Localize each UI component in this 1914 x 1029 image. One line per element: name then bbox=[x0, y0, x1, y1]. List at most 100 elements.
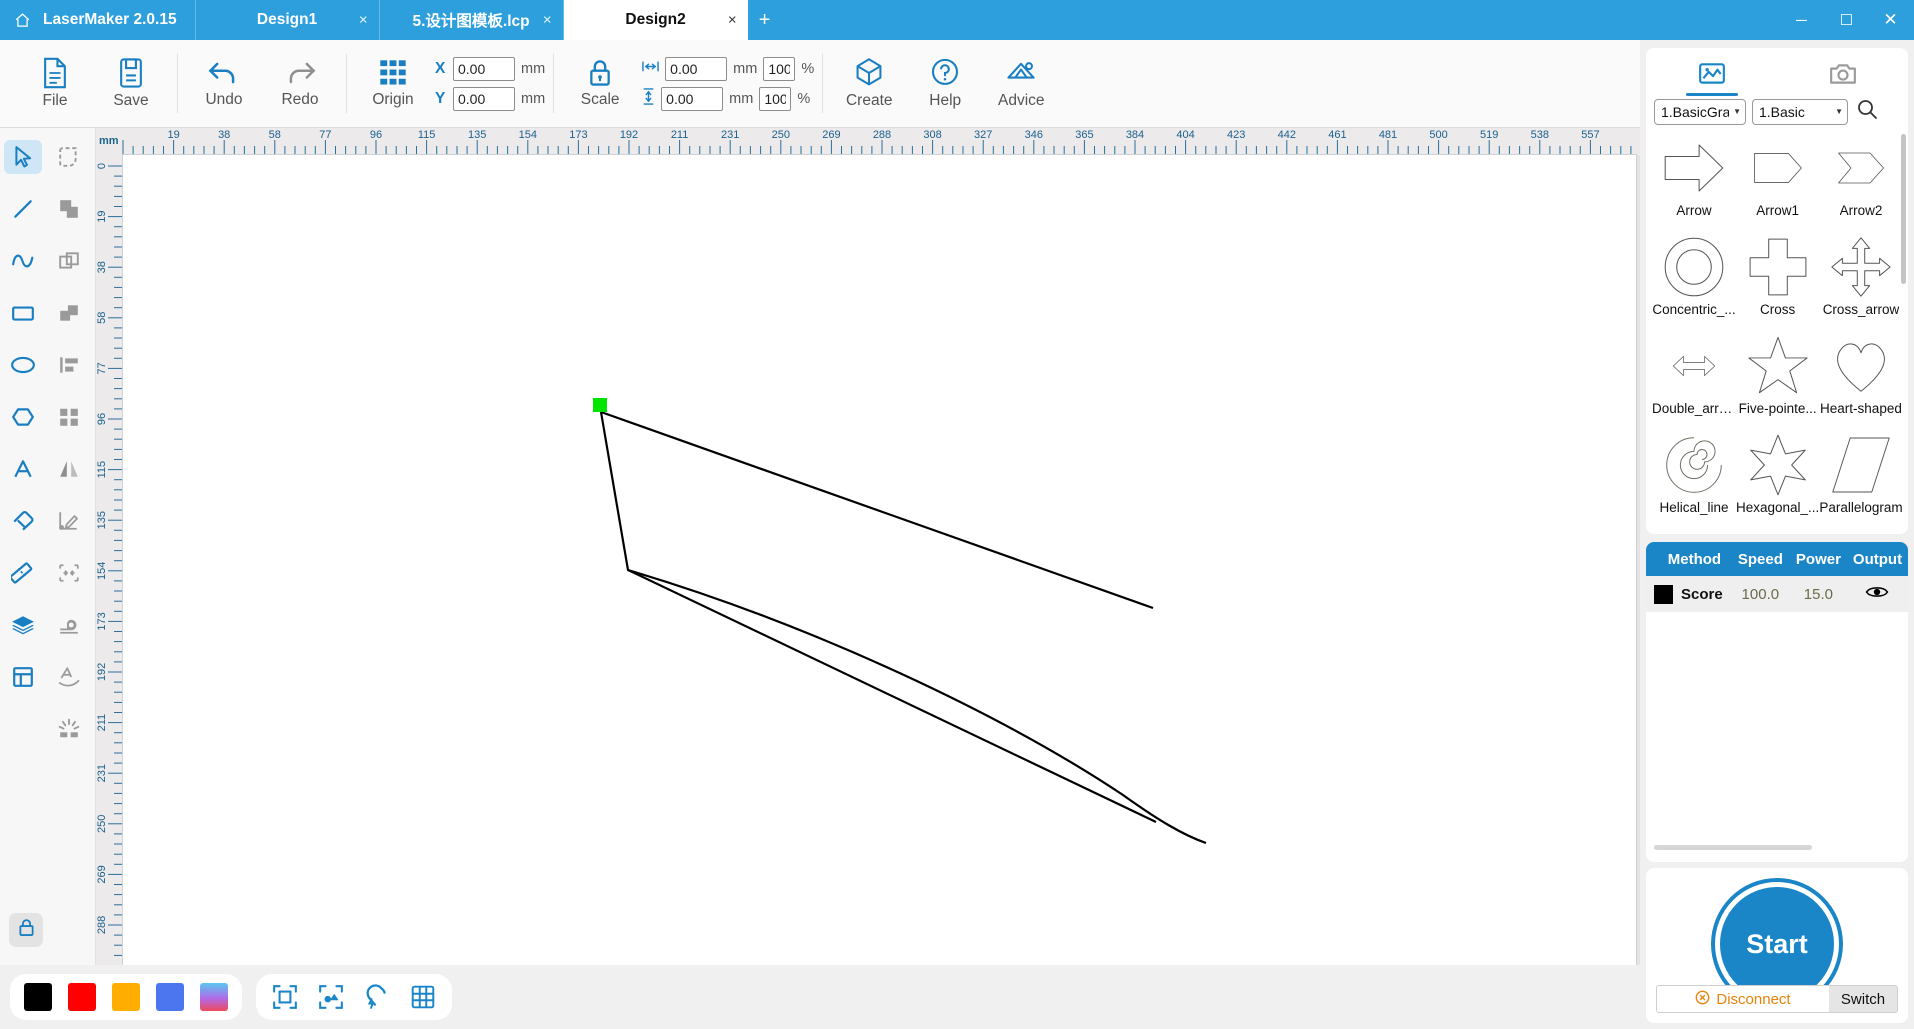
shape-item-arrow2[interactable]: Arrow2 bbox=[1819, 133, 1902, 229]
close-icon[interactable]: × bbox=[543, 13, 552, 28]
node-edit-tool[interactable] bbox=[50, 140, 88, 174]
layers-tool[interactable] bbox=[4, 608, 42, 642]
union-tool[interactable] bbox=[50, 192, 88, 226]
red-swatch[interactable] bbox=[68, 983, 96, 1011]
gradient-swatch[interactable] bbox=[200, 983, 228, 1011]
switch-button[interactable]: Switch bbox=[1829, 986, 1897, 1012]
origin-button[interactable]: Origin bbox=[355, 58, 431, 109]
header-speed: Speed bbox=[1731, 551, 1790, 568]
y-position-input[interactable] bbox=[453, 87, 515, 111]
lock-canvas-button[interactable] bbox=[9, 913, 43, 947]
shape-item-helix[interactable]: Helical_line bbox=[1652, 430, 1736, 526]
shape-item-cross_arrow[interactable]: Cross_arrow bbox=[1819, 232, 1902, 328]
mirror-tool[interactable] bbox=[50, 452, 88, 486]
help-button[interactable]: Help bbox=[907, 40, 983, 127]
width-percent-label: % bbox=[801, 61, 814, 77]
measure-tool[interactable] bbox=[4, 556, 42, 590]
close-icon[interactable]: × bbox=[359, 13, 368, 28]
explode-tool[interactable] bbox=[50, 712, 88, 746]
shape-item-star5[interactable]: Five-pointe... bbox=[1736, 331, 1819, 427]
height-input[interactable] bbox=[661, 87, 723, 111]
svg-text:211: 211 bbox=[671, 129, 689, 141]
blue-swatch[interactable] bbox=[156, 983, 184, 1011]
tab-shape-library[interactable] bbox=[1646, 48, 1777, 96]
library-scrollbar[interactable] bbox=[1901, 134, 1906, 284]
rectangle-tool[interactable] bbox=[4, 296, 42, 330]
row-method-cell[interactable]: Score bbox=[1646, 585, 1731, 604]
row-speed-value[interactable]: 100.0 bbox=[1731, 586, 1790, 603]
shape-item-cross[interactable]: Cross bbox=[1736, 232, 1819, 328]
eraser-tool[interactable] bbox=[4, 504, 42, 538]
design-sheet[interactable] bbox=[122, 154, 1637, 979]
height-percent-input[interactable] bbox=[759, 87, 791, 111]
black-swatch[interactable] bbox=[24, 983, 52, 1011]
save-button[interactable]: Save bbox=[93, 40, 169, 127]
drawn-path-upper[interactable] bbox=[601, 412, 1153, 608]
select-tool[interactable] bbox=[4, 140, 42, 174]
drawn-path-lower[interactable] bbox=[601, 412, 1156, 822]
shape-item-arrow1[interactable]: Arrow1 bbox=[1736, 133, 1819, 229]
curve-tool[interactable] bbox=[4, 244, 42, 278]
canvas-area[interactable]: mm 1938587796115135154173192211231250269… bbox=[96, 128, 1640, 965]
file-button[interactable]: File bbox=[17, 40, 93, 127]
frame-tool[interactable] bbox=[4, 660, 42, 694]
width-percent-input[interactable] bbox=[763, 57, 795, 81]
selection-handle[interactable] bbox=[593, 398, 607, 412]
line-tool[interactable] bbox=[4, 192, 42, 226]
subcategory-dropdown[interactable]: 1.Basic ▼ bbox=[1752, 99, 1848, 125]
ellipse-tool[interactable] bbox=[4, 348, 42, 382]
tab-design-template-lcp[interactable]: 5.设计图模板.lcp × bbox=[380, 0, 564, 40]
design-drawing[interactable] bbox=[123, 155, 1638, 980]
table-row[interactable]: Score 100.0 15.0 bbox=[1646, 576, 1908, 612]
star5-shape-icon bbox=[1747, 331, 1809, 401]
scale-lock-button[interactable]: Scale bbox=[562, 58, 638, 109]
eye-icon[interactable] bbox=[1847, 584, 1908, 604]
shape-item-heart[interactable]: Heart-shaped bbox=[1819, 331, 1902, 427]
x-position-row: X mm bbox=[435, 57, 545, 81]
title-bar: LaserMaker 2.0.15 Design1 × 5.设计图模板.lcp … bbox=[0, 0, 1914, 40]
shape-item-parallelogram[interactable]: Parallelogram bbox=[1819, 430, 1902, 526]
shape-grid[interactable]: ArrowArrow1Arrow2 Concentric_...CrossCros… bbox=[1646, 131, 1908, 529]
redo-button[interactable]: Redo bbox=[262, 40, 338, 127]
shape-item-concentric[interactable]: Concentric_... bbox=[1652, 232, 1736, 328]
magnet-snap-icon[interactable] bbox=[362, 982, 392, 1012]
tab-design1[interactable]: Design1 × bbox=[196, 0, 380, 40]
new-tab-button[interactable]: + bbox=[748, 0, 782, 40]
advice-button[interactable]: Advice bbox=[983, 40, 1059, 127]
close-icon[interactable]: × bbox=[728, 13, 737, 28]
width-input[interactable] bbox=[665, 57, 727, 81]
subtract-tool[interactable] bbox=[50, 244, 88, 278]
parameters-scrollbar[interactable] bbox=[1654, 845, 1812, 850]
distribute-tool[interactable] bbox=[50, 400, 88, 434]
create-button[interactable]: Create bbox=[831, 40, 907, 127]
minimize-icon[interactable]: ─ bbox=[1779, 0, 1824, 40]
row-power-value[interactable]: 15.0 bbox=[1790, 586, 1847, 603]
maximize-icon[interactable]: ☐ bbox=[1824, 0, 1869, 40]
draw-edit-tool[interactable] bbox=[50, 504, 88, 538]
category-dropdown[interactable]: 1.BasicGrap ▼ bbox=[1654, 99, 1746, 125]
shape-item-arrow[interactable]: Arrow bbox=[1652, 133, 1736, 229]
app-home-button[interactable]: LaserMaker 2.0.15 bbox=[0, 0, 196, 40]
orange-swatch[interactable] bbox=[112, 983, 140, 1011]
layer-color-swatch[interactable] bbox=[1654, 585, 1673, 604]
tab-design2[interactable]: Design2 × bbox=[564, 0, 748, 40]
shape-item-double_arrow[interactable]: Double_arrow bbox=[1652, 331, 1736, 427]
undo-button[interactable]: Undo bbox=[186, 40, 262, 127]
shape-item-label: Hexagonal_... bbox=[1736, 500, 1819, 515]
grid-icon[interactable] bbox=[408, 982, 438, 1012]
tab-camera[interactable] bbox=[1777, 48, 1908, 96]
text-tool[interactable] bbox=[4, 452, 42, 486]
weld-tool[interactable] bbox=[50, 608, 88, 642]
select-all-icon[interactable] bbox=[316, 982, 346, 1012]
text-path-tool[interactable] bbox=[50, 660, 88, 694]
x-position-input[interactable] bbox=[453, 57, 515, 81]
align-tool[interactable] bbox=[50, 348, 88, 382]
polygon-tool[interactable] bbox=[4, 400, 42, 434]
fit-to-frame-icon[interactable] bbox=[270, 982, 300, 1012]
offset-tool[interactable] bbox=[50, 556, 88, 590]
disconnect-button[interactable]: Disconnect bbox=[1657, 986, 1829, 1012]
close-window-icon[interactable]: ✕ bbox=[1869, 0, 1914, 40]
search-icon[interactable] bbox=[1856, 98, 1878, 125]
shape-item-star6[interactable]: Hexagonal_... bbox=[1736, 430, 1819, 526]
intersect-tool[interactable] bbox=[50, 296, 88, 330]
